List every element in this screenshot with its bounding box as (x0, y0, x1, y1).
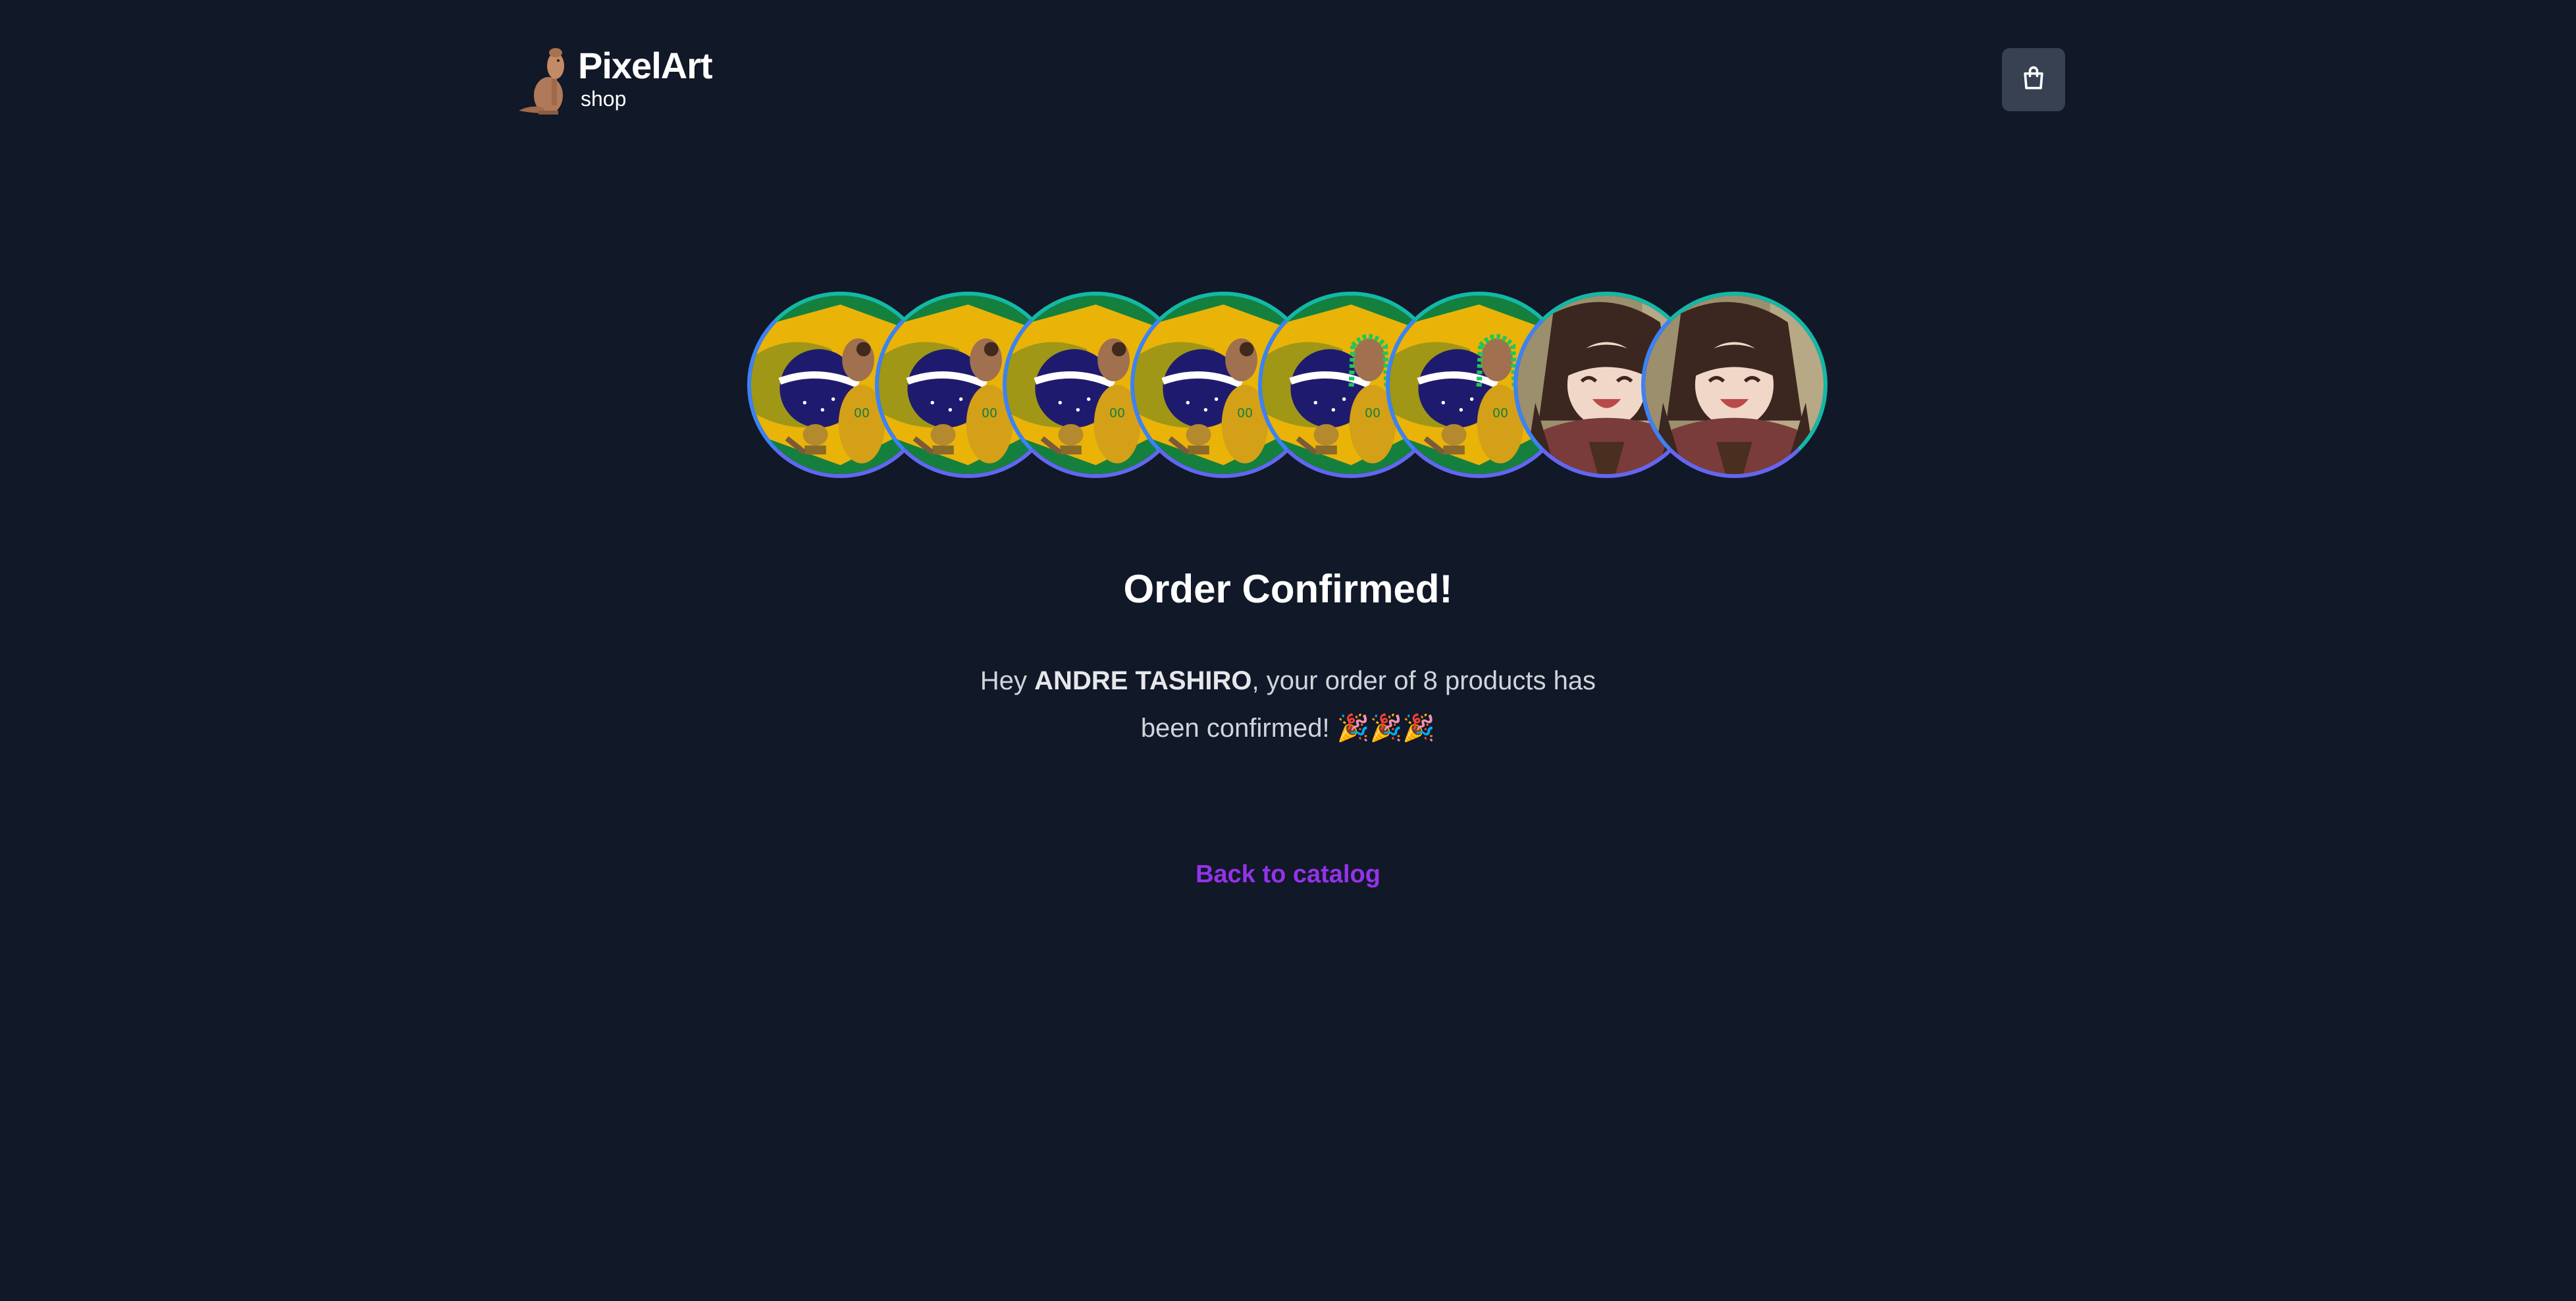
customer-name: ANDRE TASHIRO (1034, 666, 1252, 695)
svg-text:00: 00 (1365, 406, 1380, 420)
capybara-icon (512, 40, 578, 119)
anime-girl-avatar (1641, 292, 1827, 478)
message-prefix: Hey (980, 666, 1035, 695)
svg-text:00: 00 (854, 406, 870, 420)
svg-text:00: 00 (1109, 406, 1125, 420)
shopping-bag-icon (2019, 64, 2048, 96)
back-to-catalog-link[interactable]: Back to catalog (1196, 861, 1380, 888)
svg-text:00: 00 (1492, 406, 1508, 420)
back-to-catalog-container: Back to catalog (0, 858, 2576, 891)
cart-button[interactable] (2002, 48, 2065, 111)
product-count: 8 (1423, 666, 1438, 695)
product-avatars: 00 00 00 00 00 00 (747, 292, 1833, 486)
logo-link[interactable]: PixelArt shop (512, 40, 713, 119)
header: PixelArt shop (0, 0, 2576, 165)
svg-text:00: 00 (1237, 406, 1253, 420)
confirmation-message: Hey ANDRE TASHIRO, your order of 8 produ… (948, 657, 1628, 752)
message-middle: , your order of (1251, 666, 1423, 695)
logo-title: PixelArt (578, 45, 713, 86)
svg-text:00: 00 (982, 406, 997, 420)
page-title: Order Confirmed! (1123, 567, 1453, 611)
logo-subtitle: shop (581, 87, 627, 111)
logo-text: PixelArt shop (578, 45, 713, 112)
